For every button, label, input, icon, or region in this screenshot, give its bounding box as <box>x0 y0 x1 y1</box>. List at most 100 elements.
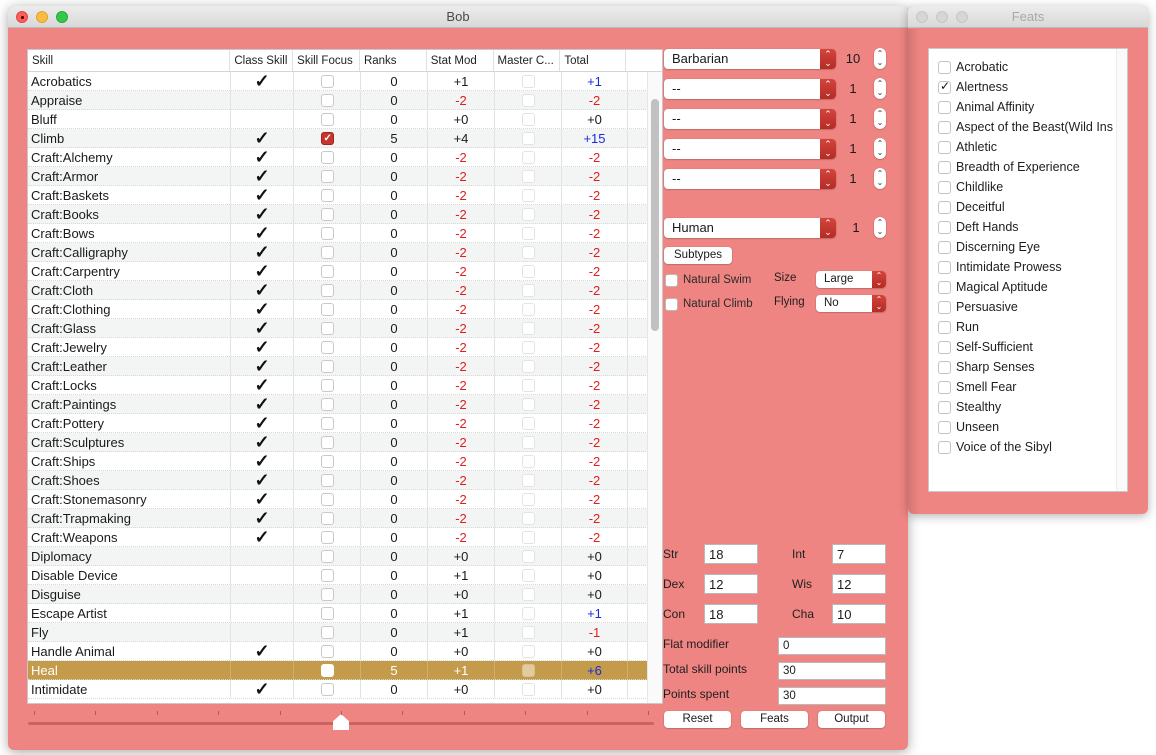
skill-focus-checkbox[interactable] <box>320 75 334 89</box>
str-field[interactable]: 18 <box>704 544 758 564</box>
table-row[interactable]: Craft:Armor ✓ 0 -2 -2 <box>28 167 662 186</box>
feat-checkbox[interactable] <box>938 140 951 154</box>
table-row[interactable]: Craft:Stonemasonry ✓ 0 -2 -2 <box>28 490 662 509</box>
ranks-cell[interactable]: 0 <box>361 243 428 261</box>
table-row[interactable]: Climb ✓ 5+4 +15 <box>28 129 662 148</box>
master-craftsman-checkbox[interactable] <box>521 683 535 697</box>
table-row[interactable]: Craft:Sculptures ✓ 0 -2 -2 <box>28 433 662 452</box>
table-row[interactable]: Disguise 0 +0 +0 <box>28 585 662 604</box>
ranks-cell[interactable]: 0 <box>361 300 428 318</box>
skill-focus-checkbox[interactable] <box>320 246 334 260</box>
table-row[interactable]: Intimidate ✓ 0 +0 +0 <box>28 680 662 699</box>
skill-focus-checkbox[interactable] <box>320 607 334 621</box>
master-craftsman-checkbox[interactable] <box>521 645 535 659</box>
ranks-cell[interactable]: 0 <box>361 642 428 660</box>
master-craftsman-checkbox[interactable] <box>521 569 535 583</box>
feats-button[interactable]: Feats <box>741 711 808 728</box>
ranks-cell[interactable]: 0 <box>361 433 428 451</box>
feat-checkbox[interactable] <box>938 60 951 74</box>
feat-checkbox[interactable] <box>938 100 951 114</box>
feats-zoom-button[interactable] <box>956 11 968 23</box>
feat-item[interactable]: Unseen <box>938 420 999 434</box>
ranks-cell[interactable]: 0 <box>361 319 428 337</box>
skill-focus-checkbox[interactable] <box>320 151 334 165</box>
feat-checkbox[interactable] <box>938 340 951 354</box>
table-row[interactable]: Heal 5 +1 +6 <box>28 661 662 680</box>
feat-item[interactable]: Discerning Eye <box>938 240 1040 254</box>
feat-checkbox[interactable] <box>938 420 951 434</box>
skill-focus-checkbox[interactable] <box>320 303 334 317</box>
feats-scroll-track[interactable] <box>1116 49 1127 491</box>
ranks-cell[interactable]: 0 <box>361 471 428 489</box>
skill-focus-checkbox[interactable] <box>320 493 334 507</box>
ranks-cell[interactable]: 5 <box>361 129 428 147</box>
table-row[interactable]: Craft:Clothing ✓ 0 -2 -2 <box>28 300 662 319</box>
table-row[interactable]: Craft:Calligraphy ✓ 0 -2 -2 <box>28 243 662 262</box>
ranks-cell[interactable]: 0 <box>361 224 428 242</box>
table-row[interactable]: Craft:Glass ✓ 0 -2 -2 <box>28 319 662 338</box>
master-craftsman-checkbox[interactable] <box>521 626 535 640</box>
feat-item[interactable]: Deceitful <box>938 200 1005 214</box>
cha-field[interactable]: 10 <box>832 604 886 624</box>
skill-focus-checkbox[interactable] <box>320 569 334 583</box>
table-scroll-track[interactable] <box>647 72 662 703</box>
feat-checkbox[interactable] <box>938 320 951 334</box>
class-popup[interactable]: -- ⌃ ⌄ <box>664 139 836 159</box>
master-craftsman-checkbox[interactable] <box>521 189 535 203</box>
feat-item[interactable]: Self-Sufficient <box>938 340 1033 354</box>
skill-focus-checkbox[interactable] <box>320 360 334 374</box>
master-craftsman-checkbox[interactable] <box>521 322 535 336</box>
con-field[interactable]: 18 <box>704 604 758 624</box>
int-field[interactable]: 7 <box>832 544 886 564</box>
feat-item[interactable]: Stealthy <box>938 400 1001 414</box>
ranks-cell[interactable]: 0 <box>361 205 428 223</box>
ranks-cell[interactable]: 5 <box>361 661 428 679</box>
feat-checkbox[interactable] <box>938 79 951 94</box>
skill-focus-checkbox[interactable] <box>320 341 334 355</box>
master-craftsman-checkbox[interactable] <box>521 113 535 127</box>
class-level-stepper[interactable]: ⌃ ⌄ <box>874 168 886 189</box>
master-craftsman-checkbox[interactable] <box>521 379 535 393</box>
feat-item[interactable]: Magical Aptitude <box>938 280 1048 294</box>
ranks-cell[interactable]: 0 <box>361 528 428 546</box>
feats-minimize-button[interactable] <box>936 11 948 23</box>
feat-item[interactable]: Aspect of the Beast(Wild Ins <box>938 120 1113 134</box>
ranks-cell[interactable]: 0 <box>361 186 428 204</box>
feat-item[interactable]: Persuasive <box>938 300 1018 314</box>
table-row[interactable]: Handle Animal ✓ 0 +0 +0 <box>28 642 662 661</box>
feat-item[interactable]: Intimidate Prowess <box>938 260 1062 274</box>
close-button[interactable] <box>16 11 28 23</box>
table-row[interactable]: Craft:Bows ✓ 0 -2 -2 <box>28 224 662 243</box>
table-row[interactable]: Craft:Ships ✓ 0 -2 -2 <box>28 452 662 471</box>
skill-focus-checkbox[interactable] <box>320 129 334 147</box>
feat-checkbox[interactable] <box>938 360 951 374</box>
table-row[interactable]: Craft:Alchemy ✓ 0 -2 -2 <box>28 148 662 167</box>
table-row[interactable]: Disable Device 0 +1 +0 <box>28 566 662 585</box>
feat-item[interactable]: Animal Affinity <box>938 100 1034 114</box>
title-bar[interactable]: Bob <box>8 6 908 28</box>
output-button[interactable]: Output <box>818 711 885 728</box>
column-header-total[interactable]: Total <box>560 50 627 71</box>
master-craftsman-checkbox[interactable] <box>521 208 535 222</box>
ranks-cell[interactable]: 0 <box>361 623 428 641</box>
feat-checkbox[interactable] <box>938 260 951 274</box>
master-craftsman-checkbox[interactable] <box>521 303 535 317</box>
skill-focus-checkbox[interactable] <box>320 683 334 697</box>
master-craftsman-checkbox[interactable] <box>521 493 535 507</box>
class-level-stepper[interactable]: ⌃ ⌄ <box>874 138 886 159</box>
ranks-cell[interactable]: 0 <box>361 91 428 109</box>
table-row[interactable]: Craft:Pottery ✓ 0 -2 -2 <box>28 414 662 433</box>
class-popup[interactable]: Barbarian ⌃ ⌄ <box>664 49 836 69</box>
skill-focus-checkbox[interactable] <box>320 645 334 659</box>
feat-checkbox[interactable] <box>938 160 951 174</box>
natural-climb-checkbox[interactable] <box>665 298 678 311</box>
feat-item[interactable]: Acrobatic <box>938 60 1008 74</box>
table-row[interactable]: Escape Artist 0 +1 +1 <box>28 604 662 623</box>
column-header-class-skill[interactable]: Class Skill <box>230 50 294 71</box>
class-level-stepper[interactable]: ⌃ ⌄ <box>874 108 886 129</box>
natural-swim-checkbox-row[interactable]: Natural Swim <box>665 273 751 288</box>
feat-item[interactable]: Run <box>938 320 979 334</box>
wis-field[interactable]: 12 <box>832 574 886 594</box>
class-popup[interactable]: -- ⌃ ⌄ <box>664 109 836 129</box>
column-header-stat-mod[interactable]: Stat Mod <box>427 50 494 71</box>
